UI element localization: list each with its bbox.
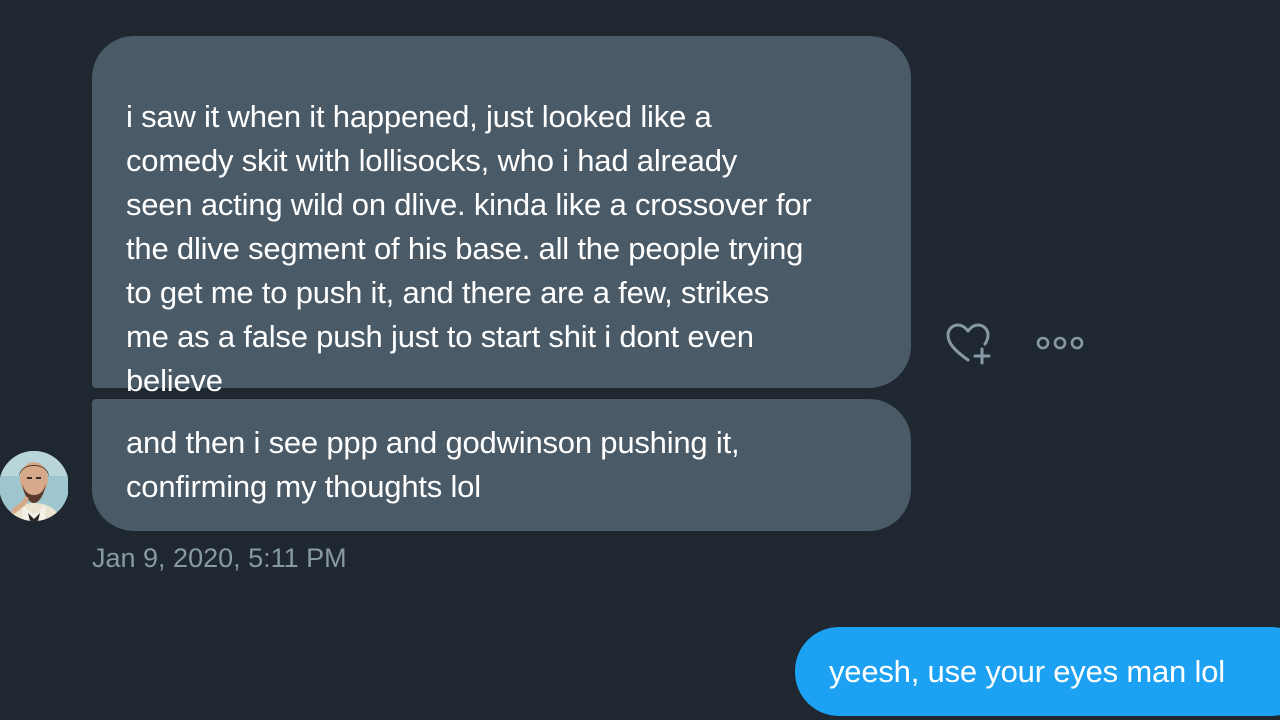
more-horizontal-icon (1036, 336, 1084, 350)
more-options-button[interactable] (1034, 330, 1086, 356)
message-timestamp: Jan 9, 2020, 5:11 PM (92, 543, 347, 573)
outgoing-message[interactable]: yeesh, use your eyes man lol (795, 627, 1280, 716)
heart-plus-icon (946, 323, 991, 365)
avatar-image (0, 451, 68, 521)
incoming-message-2[interactable]: and then i see ppp and godwinson pushing… (92, 399, 911, 531)
sender-avatar[interactable] (0, 441, 68, 531)
like-message-button[interactable] (944, 320, 994, 368)
incoming-message-1[interactable]: i saw it when it happened, just looked l… (92, 36, 911, 398)
